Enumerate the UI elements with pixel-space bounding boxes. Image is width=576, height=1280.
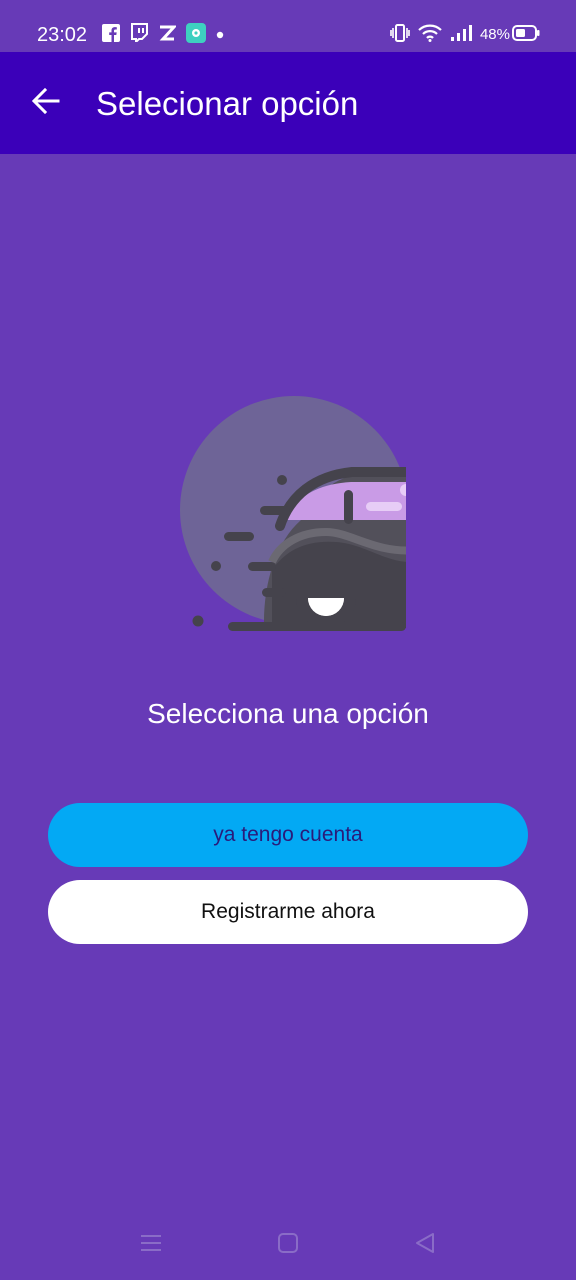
home-button[interactable]: [273, 1230, 303, 1260]
z-icon: [158, 24, 178, 47]
back-button[interactable]: [22, 79, 70, 127]
navigation-bar: [0, 1210, 576, 1280]
notification-icons: [102, 22, 234, 48]
battery-percent: 48%: [479, 26, 510, 43]
register-button[interactable]: Registrarme ahora: [48, 880, 528, 944]
screen: 23:02 48% Selecionar opción Selecciona u…: [0, 0, 576, 1280]
vibrate-icon: [390, 23, 410, 47]
status-time: 23:02: [37, 24, 88, 46]
nav-back-button[interactable]: [410, 1230, 440, 1260]
menu-icon: [140, 1233, 162, 1258]
wifi-icon: [418, 24, 442, 47]
signal-icon: [450, 24, 472, 47]
page-title: Selecionar opción: [96, 85, 359, 122]
status-bar: 23:02 48%: [0, 0, 576, 52]
twitch-icon: [130, 23, 148, 47]
car-illustration: [176, 392, 412, 634]
menu-button[interactable]: [136, 1230, 166, 1260]
back-triangle-icon: [414, 1232, 436, 1259]
subtitle: Selecciona una opción: [147, 698, 429, 729]
battery-icon: [512, 24, 540, 46]
facebook-icon: [102, 23, 120, 47]
arrow-left-icon: [31, 87, 60, 119]
car-icon: [180, 396, 406, 631]
dot-icon: [216, 26, 224, 44]
home-square-icon: [277, 1232, 299, 1259]
system-icons: 48%: [382, 23, 540, 47]
app-bar: Selecionar opción: [0, 52, 576, 154]
app-icon: [186, 22, 206, 48]
login-button[interactable]: ya tengo cuenta: [48, 803, 528, 867]
